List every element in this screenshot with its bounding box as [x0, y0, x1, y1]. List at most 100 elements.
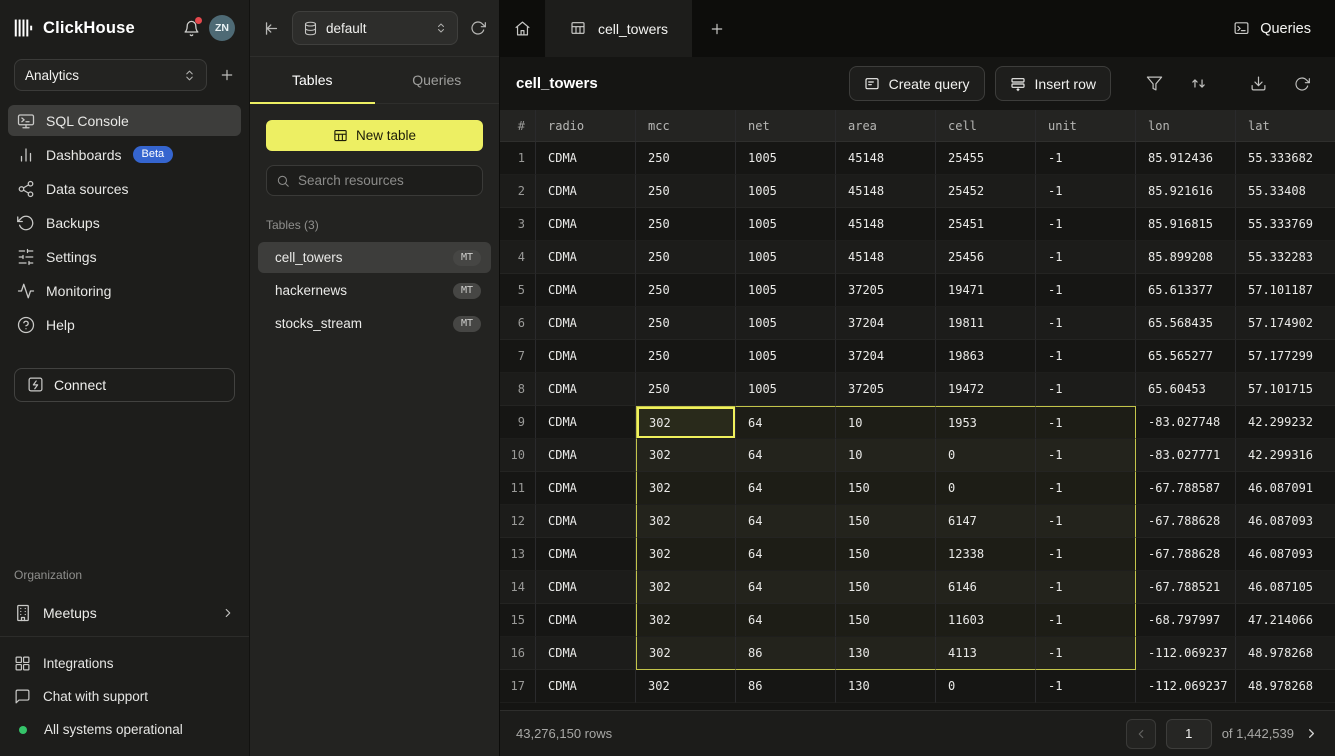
grid-cell[interactable]: -83.027748 [1136, 406, 1236, 439]
grid-cell[interactable]: 64 [736, 571, 836, 604]
grid-cell[interactable]: CDMA [536, 208, 636, 241]
collapse-panel-icon[interactable] [263, 20, 280, 37]
grid-cell[interactable]: -1 [1036, 538, 1136, 571]
grid-cell[interactable]: 150 [836, 538, 936, 571]
grid-cell[interactable]: 1005 [736, 373, 836, 406]
refresh-table-button[interactable] [1285, 67, 1319, 101]
grid-cell[interactable]: 1005 [736, 208, 836, 241]
grid-cell[interactable]: 64 [736, 406, 836, 439]
table-list-item-hackernews[interactable]: hackernews MT [258, 275, 491, 306]
grid-cell[interactable]: 57.174902 [1236, 307, 1335, 340]
grid-cell[interactable]: 1005 [736, 340, 836, 373]
grid-cell[interactable]: CDMA [536, 439, 636, 472]
sidebar-item-backups[interactable]: Backups [8, 207, 241, 238]
grid-cell[interactable]: 57.101715 [1236, 373, 1335, 406]
grid-cell[interactable]: 12338 [936, 538, 1036, 571]
grid-cell[interactable]: 1005 [736, 241, 836, 274]
sidebar-item-dashboards[interactable]: Dashboards Beta [8, 139, 241, 170]
grid-cell[interactable]: 46.087093 [1236, 505, 1335, 538]
column-header-num[interactable]: # [500, 110, 536, 142]
grid-cell[interactable]: 48.978268 [1236, 637, 1335, 670]
sidebar-item-sql-console[interactable]: SQL Console [8, 105, 241, 136]
grid-cell[interactable]: 46.087093 [1236, 538, 1335, 571]
grid-cell[interactable]: 57.101187 [1236, 274, 1335, 307]
grid-cell[interactable]: 64 [736, 604, 836, 637]
grid-cell[interactable]: -1 [1036, 637, 1136, 670]
grid-cell[interactable]: 19863 [936, 340, 1036, 373]
grid-cell[interactable]: 65.568435 [1136, 307, 1236, 340]
grid-cell[interactable]: 302 [636, 637, 736, 670]
grid-cell[interactable]: 55.333682 [1236, 142, 1335, 175]
grid-cell[interactable]: 55.33408 [1236, 175, 1335, 208]
grid-cell[interactable]: 302 [636, 439, 736, 472]
grid-cell[interactable]: 250 [636, 208, 736, 241]
grid-cell[interactable]: -1 [1036, 175, 1136, 208]
grid-cell[interactable]: 37204 [836, 307, 936, 340]
grid-cell[interactable]: -1 [1036, 472, 1136, 505]
grid-cell[interactable]: -1 [1036, 505, 1136, 538]
grid-cell[interactable]: 45148 [836, 241, 936, 274]
integrations-link[interactable]: Integrations [14, 649, 235, 678]
tab-queries[interactable]: Queries [375, 57, 500, 103]
grid-cell[interactable]: 65.613377 [1136, 274, 1236, 307]
grid-cell[interactable]: CDMA [536, 505, 636, 538]
grid-cell[interactable]: CDMA [536, 373, 636, 406]
workspace-selector[interactable]: Analytics [14, 59, 207, 91]
grid-cell[interactable]: CDMA [536, 241, 636, 274]
filter-button[interactable] [1137, 67, 1171, 101]
grid-cell[interactable]: 64 [736, 472, 836, 505]
grid-cell[interactable]: 85.899208 [1136, 241, 1236, 274]
grid-cell[interactable]: 11603 [936, 604, 1036, 637]
grid-cell[interactable]: 250 [636, 307, 736, 340]
grid-cell[interactable]: 250 [636, 241, 736, 274]
column-header-radio[interactable]: radio [536, 110, 636, 142]
grid-cell[interactable]: 37205 [836, 274, 936, 307]
grid-cell[interactable]: CDMA [536, 604, 636, 637]
sidebar-item-settings[interactable]: Settings [8, 241, 241, 272]
grid-cell[interactable]: 85.912436 [1136, 142, 1236, 175]
home-button[interactable] [500, 0, 546, 57]
new-tab-button[interactable] [692, 0, 742, 57]
grid-cell[interactable]: 65.60453 [1136, 373, 1236, 406]
sidebar-item-monitoring[interactable]: Monitoring [8, 275, 241, 306]
grid-cell[interactable]: -83.027771 [1136, 439, 1236, 472]
next-page-button[interactable] [1304, 726, 1319, 741]
grid-cell[interactable]: 1005 [736, 307, 836, 340]
grid-cell[interactable]: 64 [736, 505, 836, 538]
sort-button[interactable] [1181, 67, 1215, 101]
grid-cell[interactable]: 250 [636, 175, 736, 208]
grid-cell[interactable]: -68.797997 [1136, 604, 1236, 637]
grid-cell[interactable]: 57.177299 [1236, 340, 1335, 373]
grid-cell[interactable]: 55.332283 [1236, 241, 1335, 274]
create-query-button[interactable]: Create query [849, 66, 985, 101]
grid-cell[interactable]: 85.921616 [1136, 175, 1236, 208]
grid-cell[interactable]: 10 [836, 439, 936, 472]
grid-cell[interactable]: 6147 [936, 505, 1036, 538]
grid-cell[interactable]: 10 [836, 406, 936, 439]
grid-cell[interactable]: -1 [1036, 274, 1136, 307]
grid-cell[interactable]: 45148 [836, 208, 936, 241]
grid-cell[interactable]: CDMA [536, 175, 636, 208]
grid-cell[interactable]: -67.788521 [1136, 571, 1236, 604]
grid-cell[interactable]: -1 [1036, 670, 1136, 703]
grid-cell[interactable]: 64 [736, 538, 836, 571]
grid-cell[interactable]: CDMA [536, 406, 636, 439]
column-header-lat[interactable]: lat [1236, 110, 1335, 142]
grid-cell[interactable]: 150 [836, 604, 936, 637]
grid-cell[interactable]: 1005 [736, 142, 836, 175]
grid-cell[interactable]: CDMA [536, 307, 636, 340]
grid-cell[interactable]: -112.069237 [1136, 637, 1236, 670]
grid-cell[interactable]: 86 [736, 637, 836, 670]
grid-cell[interactable]: 130 [836, 670, 936, 703]
add-workspace-button[interactable] [219, 67, 235, 83]
grid-cell[interactable]: -1 [1036, 208, 1136, 241]
grid-cell[interactable]: 150 [836, 472, 936, 505]
grid-cell[interactable]: -1 [1036, 604, 1136, 637]
grid-cell[interactable]: 302 [636, 406, 736, 439]
grid-cell[interactable]: 130 [836, 637, 936, 670]
grid-cell[interactable]: CDMA [536, 274, 636, 307]
grid-cell[interactable]: 46.087105 [1236, 571, 1335, 604]
page-number-input[interactable] [1166, 719, 1212, 749]
previous-page-button[interactable] [1126, 719, 1156, 749]
grid-cell[interactable]: -1 [1036, 571, 1136, 604]
